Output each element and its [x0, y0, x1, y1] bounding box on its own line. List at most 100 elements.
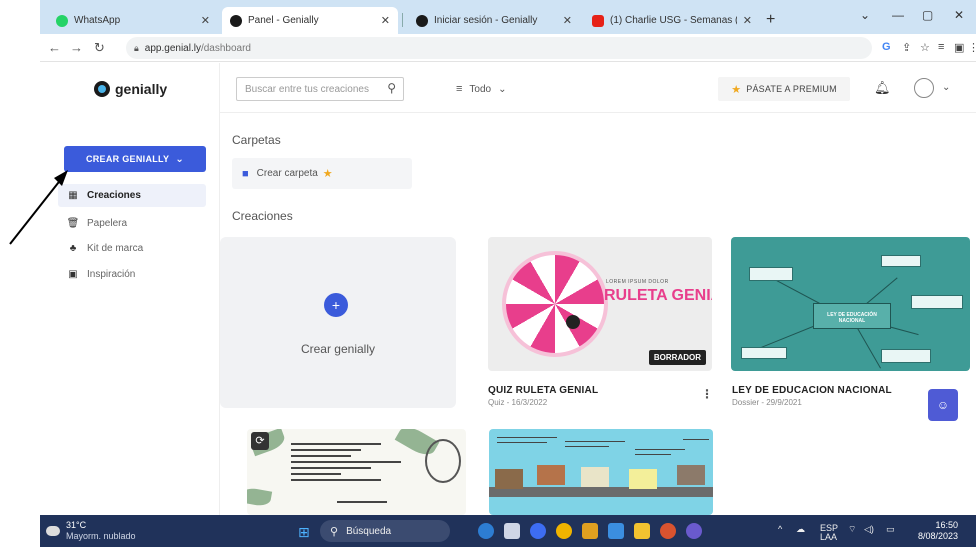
- reload-icon[interactable]: ↻: [94, 40, 105, 56]
- chrome-icon[interactable]: [556, 523, 572, 539]
- clock[interactable]: 16:50 8/08/2023: [918, 520, 958, 542]
- card-thumbnail-document[interactable]: [247, 429, 466, 515]
- wifi-icon[interactable]: ⌔: [848, 524, 856, 535]
- text-line: [635, 449, 685, 450]
- app-icon[interactable]: [608, 523, 624, 539]
- top-bar: Buscar entre tus creaciones ⚲ ≡ Todo ⌄ ★…: [220, 63, 976, 113]
- maximize-icon[interactable]: ▢: [922, 8, 933, 22]
- text-line: [291, 479, 381, 481]
- share-icon[interactable]: ⇪: [902, 41, 911, 54]
- sidebar-item-kit-de-marca[interactable]: ♣ Kit de marca: [58, 237, 206, 260]
- card-thumbnail-quiz-ruleta[interactable]: LOREM IPSUM DOLOR RULETA GENIAL BORRADOR: [488, 237, 712, 371]
- tab-separator: [402, 13, 403, 27]
- filter-dropdown[interactable]: ≡ Todo ⌄: [456, 83, 507, 95]
- text-line: [497, 442, 547, 443]
- reading-list-icon[interactable]: ≡: [938, 41, 944, 53]
- tab-label: Iniciar sesión - Genially: [434, 15, 538, 26]
- google-icon[interactable]: G: [882, 41, 891, 53]
- card-meta: Dossier - 29/9/2021: [732, 398, 802, 407]
- genially-icon: [416, 14, 428, 27]
- forward-icon[interactable]: →: [70, 40, 83, 55]
- star-icon: ★: [322, 168, 333, 180]
- folder-icon[interactable]: [634, 523, 650, 539]
- plus-icon: +: [324, 293, 348, 317]
- sidebar-item-inspiracion[interactable]: ▣ Inspiración: [58, 263, 206, 286]
- date: 8/08/2023: [918, 531, 959, 541]
- text-line: [291, 467, 371, 469]
- close-icon[interactable]: ✕: [201, 14, 210, 27]
- sidebar: genially CREAR GENIALLY ⌄ ▦ Creaciones 🗑…: [40, 63, 220, 515]
- weather-widget[interactable]: 31°C Mayorm. nublado: [46, 520, 136, 542]
- card-thumbnail-ley-educacion[interactable]: LEY DE EDUCACIÓN NACIONAL: [731, 237, 970, 371]
- brand-name: genially: [115, 81, 168, 97]
- tab-youtube[interactable]: (1) Charlie USG - Semanas (Lyric ✕: [584, 7, 760, 34]
- address-bar-row: ← → ↻ 🔒︎ app.genial.ly/dashboard G ⇪ ☆ ≡…: [40, 34, 976, 62]
- app-icon[interactable]: [504, 523, 520, 539]
- close-icon[interactable]: ✕: [743, 14, 752, 27]
- close-icon[interactable]: ✕: [563, 14, 572, 27]
- bookmark-star-icon[interactable]: ☆: [920, 41, 930, 54]
- card-thumbnail-timeline[interactable]: [489, 429, 713, 515]
- create-folder-button[interactable]: ■ Crear carpeta ★: [232, 158, 412, 189]
- whatsapp-icon: [56, 14, 68, 27]
- thumbnail-subtitle: LOREM IPSUM DOLOR: [606, 279, 669, 285]
- search-input[interactable]: Buscar entre tus creaciones ⚲: [236, 77, 404, 101]
- text-line: [565, 446, 609, 447]
- card-title[interactable]: QUIZ RULETA GENIAL: [488, 385, 598, 396]
- new-tab-icon[interactable]: +: [766, 11, 775, 29]
- taskbar-search[interactable]: ⚲ Búsqueda: [320, 520, 450, 542]
- text-line: [291, 473, 341, 475]
- chevron-up-icon[interactable]: ^: [778, 524, 782, 534]
- sidebar-item-creaciones[interactable]: ▦ Creaciones: [58, 184, 206, 207]
- leaf-decoration: [247, 486, 273, 508]
- language-layout: LAA: [820, 532, 838, 542]
- app-icon[interactable]: [660, 523, 676, 539]
- app-icon[interactable]: [582, 523, 598, 539]
- back-icon[interactable]: ←: [48, 40, 61, 55]
- sidebar-item-label: Kit de marca: [87, 243, 144, 254]
- tab-whatsapp[interactable]: WhatsApp ✕: [48, 7, 218, 34]
- app-icon[interactable]: [530, 523, 546, 539]
- app-icon[interactable]: [478, 523, 494, 539]
- create-genially-label: CREAR GENIALLY: [85, 154, 170, 164]
- more-options-icon[interactable]: ⋮: [701, 387, 713, 401]
- sidebar-item-papelera[interactable]: 🗑︎ Papelera: [58, 212, 206, 235]
- chatbot-icon[interactable]: ☺: [928, 389, 958, 421]
- tab-label: WhatsApp: [74, 15, 121, 26]
- close-icon[interactable]: ✕: [381, 14, 390, 27]
- battery-icon[interactable]: ▭: [886, 524, 895, 535]
- screenshot-margin: [0, 0, 40, 547]
- address-bar[interactable]: 🔒︎ app.genial.ly/dashboard: [126, 37, 872, 59]
- inspiration-icon: ▣: [68, 269, 78, 280]
- brand-kit-icon: ♣: [69, 243, 77, 254]
- close-window-icon[interactable]: ✕: [954, 8, 964, 22]
- premium-label: PÁSATE A PREMIUM: [746, 84, 837, 94]
- chevron-down-icon[interactable]: ⌄: [942, 82, 950, 93]
- tab-panel-genially[interactable]: Panel - Genially ✕: [222, 7, 398, 34]
- create-genially-card[interactable]: + Crear genially: [220, 237, 456, 408]
- minimize-icon[interactable]: —: [892, 8, 904, 22]
- cloud-sync-icon[interactable]: ☁: [796, 524, 805, 535]
- menu-icon[interactable]: ⋮: [968, 41, 976, 54]
- tab-iniciar-sesion[interactable]: Iniciar sesión - Genially ✕: [408, 7, 580, 34]
- avatar[interactable]: [914, 78, 934, 98]
- genially-logo[interactable]: genially: [94, 81, 167, 97]
- create-genially-button[interactable]: CREAR GENIALLY ⌄: [64, 146, 206, 172]
- tab-label: Panel - Genially: [248, 15, 319, 26]
- timeline-photo: [629, 469, 657, 489]
- url-path: /dashboard: [200, 42, 251, 54]
- chevron-down-icon[interactable]: ⌄: [860, 8, 870, 22]
- filter-icon: ≡: [456, 83, 463, 95]
- search-icon[interactable]: ⚲: [387, 81, 396, 95]
- windows-start-icon[interactable]: ⊞: [298, 524, 310, 541]
- side-panel-icon[interactable]: ▣: [954, 41, 964, 54]
- premium-button[interactable]: ★ PÁSATE A PREMIUM: [718, 77, 850, 101]
- app-icon[interactable]: [686, 523, 702, 539]
- url-host: app.genial.ly: [144, 42, 201, 54]
- timeline-photo: [495, 469, 523, 489]
- bell-icon[interactable]: 🔔︎: [874, 80, 891, 96]
- card-title[interactable]: LEY DE EDUCACION NACIONAL: [732, 385, 892, 396]
- volume-icon[interactable]: ◁): [864, 524, 874, 535]
- language-indicator[interactable]: ESP LAA: [820, 524, 838, 542]
- grid-icon: ▦: [68, 190, 78, 201]
